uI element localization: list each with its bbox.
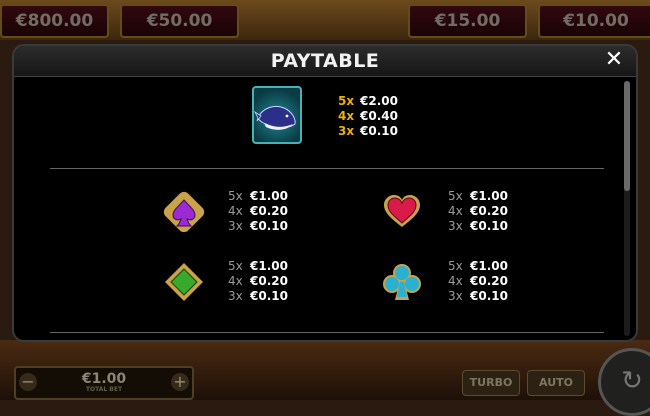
pay-row: 4x €0.40 (338, 109, 398, 123)
total-bet-value: €1.00 (81, 371, 127, 387)
diamond-icon (162, 260, 206, 304)
pay-row: 3x €0.10 (338, 124, 398, 138)
whale-icon (252, 86, 302, 144)
pay-row: 5x €1.00 (448, 189, 508, 203)
scroll-thumb[interactable] (624, 81, 630, 191)
bet-increase-button[interactable]: + (171, 373, 189, 391)
auto-button[interactable]: AUTO (527, 370, 585, 396)
pay-row: 5x €1.00 (228, 189, 288, 203)
jackpot-major: €50.00 (120, 4, 239, 38)
section-divider (50, 168, 604, 169)
pay-row: 5x €1.00 (448, 259, 508, 273)
pay-row: 4x €0.20 (448, 274, 508, 288)
heart-paytable: 5x €1.00 4x €0.20 3x €0.10 (448, 189, 508, 234)
club-paytable: 5x €1.00 4x €0.20 3x €0.10 (448, 259, 508, 304)
pay-row: 3x €0.10 (228, 289, 288, 303)
paytable-modal: PAYTABLE ✕ 5x €2.00 4x €0.40 3x €0.10 5x €1.… (12, 44, 638, 342)
modal-header: PAYTABLE ✕ (14, 46, 636, 77)
jackpot-minor: €15.00 (408, 4, 527, 38)
spade-icon (162, 190, 206, 234)
modal-title: PAYTABLE (270, 50, 380, 72)
pay-row: 3x €0.10 (448, 219, 508, 233)
heart-icon (380, 189, 424, 233)
spin-button[interactable]: ↻ (598, 348, 650, 416)
whale-paytable: 5x €2.00 4x €0.40 3x €0.10 (338, 94, 398, 139)
close-button[interactable]: ✕ (602, 48, 626, 72)
diamond-paytable: 5x €1.00 4x €0.20 3x €0.10 (228, 259, 288, 304)
jackpot-grand: €800.00 (0, 4, 109, 38)
section-divider (50, 332, 604, 333)
scrollbar[interactable] (624, 81, 630, 336)
spade-paytable: 5x €1.00 4x €0.20 3x €0.10 (228, 189, 288, 234)
pay-row: 4x €0.20 (228, 274, 288, 288)
pay-row: 4x €0.20 (228, 204, 288, 218)
turbo-button[interactable]: TURBO (462, 370, 520, 396)
pay-row: 3x €0.10 (228, 219, 288, 233)
pay-row: 5x €1.00 (228, 259, 288, 273)
pay-row: 5x €2.00 (338, 94, 398, 108)
total-bet-label: TOTAL BET (85, 386, 123, 393)
pay-row: 4x €0.20 (448, 204, 508, 218)
pay-row: 3x €0.10 (448, 289, 508, 303)
jackpot-mini: €10.00 (538, 4, 650, 38)
club-icon (380, 260, 424, 304)
total-bet-box: − €1.00 TOTAL BET + (14, 366, 194, 400)
